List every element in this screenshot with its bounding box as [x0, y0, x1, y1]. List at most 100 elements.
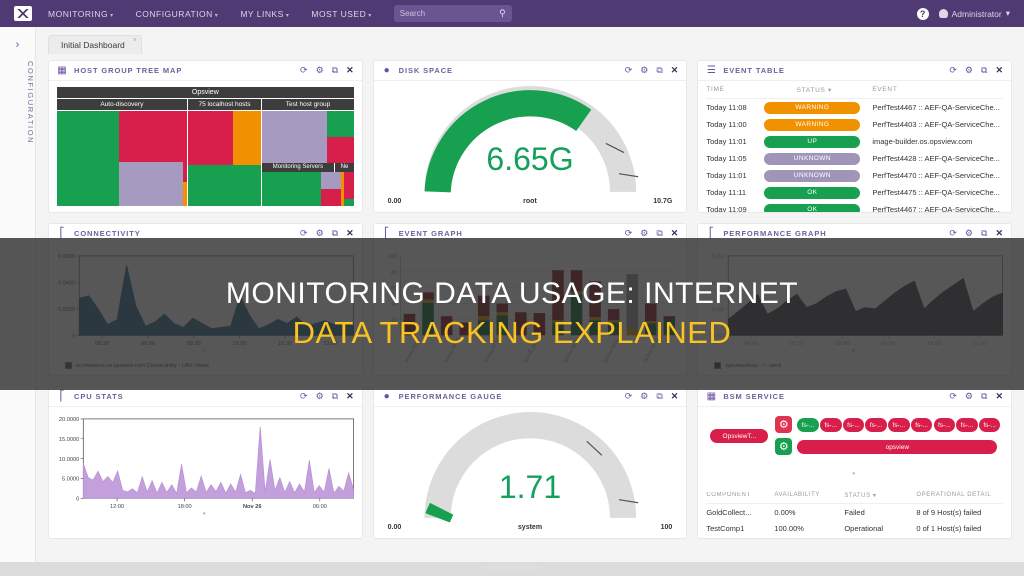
- treemap-cell[interactable]: [119, 161, 183, 206]
- close-icon[interactable]: ✕: [671, 229, 679, 238]
- gear-icon[interactable]: ⚙: [965, 229, 973, 238]
- gear-icon[interactable]: ⚙: [775, 438, 793, 455]
- treemap-group-75-localhost-hosts[interactable]: 75 localhost hosts: [187, 99, 262, 206]
- panel-pager[interactable]: •: [528, 346, 533, 355]
- treemap-cell[interactable]: [119, 111, 183, 162]
- treemap-cell[interactable]: [326, 136, 354, 163]
- treemap-cell[interactable]: [262, 111, 327, 163]
- refresh-icon[interactable]: ⟳: [300, 66, 308, 75]
- bsm-child-node[interactable]: fs-...: [933, 418, 956, 432]
- table-row[interactable]: Today 11:01 UP image-builder.os.opsview.co…: [706, 133, 1003, 150]
- refresh-icon[interactable]: ⟳: [300, 229, 308, 238]
- nav-item-monitoring[interactable]: MONITORING ▾: [48, 9, 114, 19]
- refresh-icon[interactable]: ⟳: [625, 229, 633, 238]
- refresh-icon[interactable]: ⟳: [949, 229, 957, 238]
- gear-icon[interactable]: ⚙: [965, 66, 973, 75]
- link-icon[interactable]: ⧉: [332, 392, 338, 401]
- gear-icon[interactable]: ⚙: [316, 66, 324, 75]
- column-header-status[interactable]: STATUS ▾: [764, 86, 864, 94]
- bsm-child-node[interactable]: fs-...: [978, 418, 1001, 432]
- treemap-group-auto-discovery[interactable]: Auto-discovery: [57, 99, 187, 206]
- column-header-component[interactable]: COMPONENT: [706, 492, 774, 499]
- link-icon[interactable]: ⧉: [981, 66, 987, 75]
- column-header-time[interactable]: TIME: [706, 86, 764, 94]
- search-input[interactable]: [399, 9, 498, 18]
- close-icon[interactable]: ✕: [346, 392, 354, 401]
- close-icon[interactable]: ✕: [995, 392, 1003, 401]
- bsm-child-node[interactable]: fs-...: [910, 418, 933, 432]
- treemap-cell[interactable]: [182, 111, 187, 183]
- panel-pager[interactable]: •: [203, 509, 208, 518]
- treemap-cell[interactable]: [321, 171, 342, 189]
- nav-item-my-links[interactable]: MY LINKS ▾: [240, 9, 289, 19]
- bsm-node-opsview[interactable]: opsview: [797, 440, 998, 454]
- refresh-icon[interactable]: ⟳: [949, 392, 957, 401]
- table-row[interactable]: GoldCollect... 0.00% Failed 8 of 9 Host(s) …: [706, 504, 1003, 520]
- user-menu[interactable]: Administrator ▾: [938, 8, 1010, 19]
- bsm-child-node[interactable]: fs-...: [842, 418, 865, 432]
- gear-icon[interactable]: ⚙: [775, 416, 793, 433]
- bsm-child-node[interactable]: fs-...: [865, 418, 887, 432]
- treemap-cell[interactable]: [232, 111, 262, 165]
- gear-icon[interactable]: ⚙: [640, 66, 648, 75]
- column-header-status[interactable]: STATUS ▾: [844, 492, 916, 499]
- close-icon[interactable]: ✕: [995, 229, 1003, 238]
- panel-pager[interactable]: •: [852, 469, 857, 478]
- bsm-child-node[interactable]: fs-...: [956, 418, 978, 432]
- close-icon[interactable]: ✕: [346, 229, 354, 238]
- search-icon[interactable]: ⚲: [499, 8, 506, 19]
- refresh-icon[interactable]: ⟳: [949, 66, 957, 75]
- treemap-cell[interactable]: [182, 182, 187, 206]
- gear-icon[interactable]: ⚙: [316, 392, 324, 401]
- sidebar-expand-chevron-icon[interactable]: ›: [0, 39, 35, 51]
- treemap-group-test-host-group[interactable]: Test host group Monitoring Servers Ne: [262, 99, 354, 206]
- tab-initial-dashboard[interactable]: Initial Dashboard ×: [48, 35, 142, 54]
- treemap-cell[interactable]: [326, 111, 354, 137]
- refresh-icon[interactable]: ⟳: [300, 392, 308, 401]
- treemap-cell[interactable]: [262, 171, 321, 206]
- close-icon[interactable]: ✕: [671, 392, 679, 401]
- link-icon[interactable]: ⧉: [656, 229, 662, 238]
- close-icon[interactable]: ×: [133, 37, 137, 44]
- gear-icon[interactable]: ⚙: [316, 229, 324, 238]
- gear-icon[interactable]: ⚙: [640, 229, 648, 238]
- table-row[interactable]: Today 11:09 OK PerfTest4467 :: AEF-QA-Serv…: [706, 201, 1003, 212]
- close-icon[interactable]: ✕: [995, 66, 1003, 75]
- panel-pager[interactable]: •: [852, 346, 857, 355]
- bsm-child-node[interactable]: fs-...: [820, 418, 842, 432]
- nav-item-most-used[interactable]: MOST USED ▾: [311, 9, 371, 19]
- table-row[interactable]: Today 11:00 WARNING PerfTest4403 :: AEF-QA…: [706, 116, 1003, 133]
- link-icon[interactable]: ⧉: [981, 229, 987, 238]
- treemap-cell[interactable]: [187, 111, 233, 165]
- bsm-root-node[interactable]: OpsviewT...: [710, 429, 769, 443]
- link-icon[interactable]: ⧉: [332, 66, 338, 75]
- panel-pager[interactable]: •: [203, 346, 208, 355]
- bsm-child-node[interactable]: fs-...: [797, 418, 819, 432]
- search-box[interactable]: ⚲: [393, 5, 512, 22]
- opsview-logo-icon[interactable]: [14, 6, 32, 21]
- gear-icon[interactable]: ⚙: [965, 392, 973, 401]
- nav-item-configuration[interactable]: CONFIGURATION ▾: [136, 9, 219, 19]
- table-row[interactable]: Today 11:01 UNKNOWN PerfTest4470 :: AEF-QA…: [706, 167, 1003, 184]
- treemap-cell[interactable]: [321, 188, 342, 206]
- treemap-cell[interactable]: [344, 171, 354, 200]
- link-icon[interactable]: ⧉: [332, 229, 338, 238]
- refresh-icon[interactable]: ⟳: [625, 392, 633, 401]
- link-icon[interactable]: ⧉: [981, 392, 987, 401]
- treemap-cell[interactable]: [344, 199, 354, 206]
- treemap-cell[interactable]: [187, 164, 262, 206]
- table-row[interactable]: Today 11:11 OK PerfTest4475 :: AEF-QA-Serv…: [706, 184, 1003, 201]
- close-icon[interactable]: ✕: [671, 66, 679, 75]
- link-icon[interactable]: ⧉: [656, 392, 662, 401]
- link-icon[interactable]: ⧉: [656, 66, 662, 75]
- help-icon[interactable]: ?: [916, 7, 929, 20]
- sidebar-label-configuration[interactable]: CONFIGURATION: [0, 61, 35, 144]
- bsm-child-node[interactable]: fs-...: [888, 418, 910, 432]
- column-header-operational-detail[interactable]: OPERATIONAL DETAIL: [916, 492, 1003, 499]
- gear-icon[interactable]: ⚙: [640, 392, 648, 401]
- table-row[interactable]: Today 11:05 UNKNOWN PerfTest4428 :: AEF-QA…: [706, 150, 1003, 167]
- column-header-availability[interactable]: AVAILABILITY: [774, 492, 844, 499]
- table-row[interactable]: Today 11:08 WARNING PerfTest4467 :: AEF-QA…: [706, 99, 1003, 116]
- column-header-event[interactable]: EVENT: [864, 86, 1003, 94]
- table-row[interactable]: TestComp1 100.00% Operational 0 of 1 Host(s…: [706, 520, 1003, 536]
